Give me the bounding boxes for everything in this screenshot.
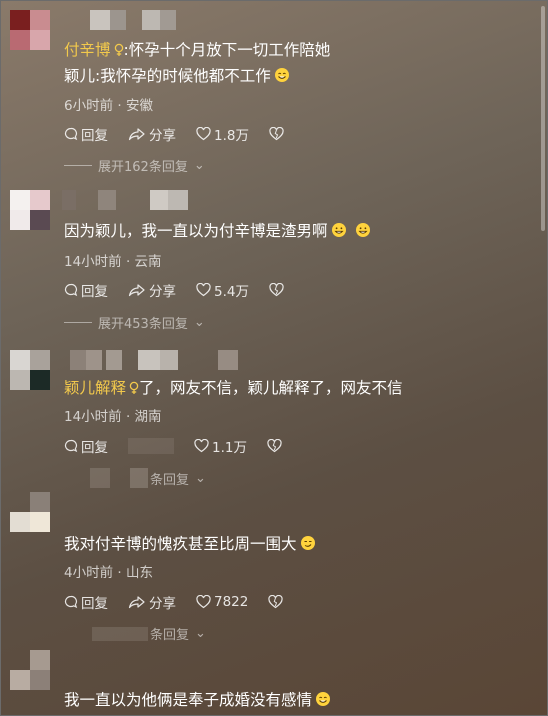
reply-button[interactable]: 回复 xyxy=(64,592,108,612)
broken-heart-icon xyxy=(267,439,282,453)
broken-heart-icon xyxy=(269,127,284,141)
smile-emoji-icon xyxy=(274,68,289,82)
like-button[interactable]: 1.1万 xyxy=(194,436,247,456)
comment-text: 我对付辛博的愧疚甚至比周一围大 xyxy=(64,533,316,555)
comment-meta: 14小时前 · 云南 xyxy=(64,254,162,270)
share-button[interactable]: 分享 xyxy=(128,124,176,144)
female-symbol-icon xyxy=(129,381,139,394)
heart-icon xyxy=(196,595,211,609)
smile-emoji-icon xyxy=(316,692,331,706)
comment-text-line: 了，网友不信，颖儿解释了，网友不信 xyxy=(139,379,403,397)
comment-text-line: 因为颖儿，我一直以为付辛博是渣男啊 xyxy=(64,222,328,240)
like-button[interactable]: 7822 xyxy=(196,594,248,610)
share-arrow-icon xyxy=(128,284,145,297)
like-count: 7822 xyxy=(214,594,249,610)
dislike-button[interactable] xyxy=(269,127,284,141)
chevron-down-icon: ⌄ xyxy=(195,470,206,486)
comment-meta: 4小时前 · 山东 xyxy=(64,565,153,581)
share-label: 分享 xyxy=(149,128,176,144)
comment-actions: 回复 分享 1.8万 xyxy=(64,124,304,144)
share-button[interactable]: 分享 xyxy=(128,280,176,300)
expand-label: 条回复 xyxy=(150,628,190,643)
avatar[interactable] xyxy=(10,492,50,532)
reply-bubble-icon xyxy=(64,127,78,141)
comment-meta: 14小时前 · 湖南 xyxy=(64,409,162,425)
blurred-username xyxy=(70,350,238,370)
username-link[interactable]: 颖儿解释 xyxy=(64,379,126,397)
avatar[interactable] xyxy=(10,190,50,230)
share-arrow-icon xyxy=(128,596,145,609)
share-arrow-icon xyxy=(128,128,145,141)
comment-actions: 回复 分享 5.4万 xyxy=(64,280,304,300)
comment-text: 颖儿:我怀孕的时候他都不工作 xyxy=(64,65,290,87)
comment-text-line: 我一直以为他俩是奉子成婚没有感情 xyxy=(64,691,313,709)
chevron-down-icon: ⌄ xyxy=(193,158,205,173)
scrollbar[interactable] xyxy=(541,6,545,231)
blurred-username xyxy=(90,10,176,30)
like-button[interactable]: 1.8万 xyxy=(196,124,249,144)
blurred-username xyxy=(62,190,188,210)
like-button[interactable]: 5.4万 xyxy=(196,280,249,300)
reply-label: 回复 xyxy=(81,596,108,612)
reply-label: 回复 xyxy=(81,440,108,456)
reply-bubble-icon xyxy=(64,439,78,453)
avatar[interactable] xyxy=(10,10,50,50)
reply-button[interactable]: 回复 xyxy=(64,280,108,300)
broken-heart-icon xyxy=(269,283,284,297)
expand-label: 条回复 xyxy=(150,472,190,488)
comment-text-line1: :怀孕十个月放下一切工作陪她 xyxy=(123,41,331,59)
avatar[interactable] xyxy=(10,350,50,390)
reply-button[interactable]: 回复 xyxy=(64,124,108,144)
expand-replies[interactable]: 展开453条回复 ⌄ xyxy=(64,313,205,332)
expand-label: 展开453条回复 xyxy=(98,317,188,332)
comment-actions: 回复 1.1万 xyxy=(64,436,302,456)
reply-label: 回复 xyxy=(81,284,108,300)
heart-icon xyxy=(196,127,211,141)
blurred-share xyxy=(128,438,174,454)
reply-bubble-icon xyxy=(64,595,78,609)
reply-label: 回复 xyxy=(81,128,108,144)
expand-replies[interactable]: 条回复 ⌄ xyxy=(92,624,206,643)
comment-actions: 回复 分享 7822 xyxy=(64,592,303,612)
dislike-button[interactable] xyxy=(267,439,282,453)
grin-emoji-icon xyxy=(331,223,346,237)
avatar[interactable] xyxy=(10,650,50,690)
smirk-emoji-icon xyxy=(300,536,315,550)
grin-emoji-icon xyxy=(355,223,370,237)
comment-text: 因为颖儿，我一直以为付辛博是渣男啊 xyxy=(64,220,371,242)
female-symbol-icon xyxy=(114,43,123,56)
comment-text: 颖儿解释 了，网友不信，颖儿解释了，网友不信 xyxy=(64,377,403,399)
share-button[interactable] xyxy=(128,438,174,454)
like-count: 1.1万 xyxy=(212,440,247,456)
share-button[interactable]: 分享 xyxy=(128,592,176,612)
dislike-button[interactable] xyxy=(268,595,283,609)
share-label: 分享 xyxy=(149,596,176,612)
comment-text-line: 我对付辛博的愧疚甚至比周一围大 xyxy=(64,535,297,553)
reply-bubble-icon xyxy=(64,283,78,297)
share-label: 分享 xyxy=(149,284,176,300)
like-count: 1.8万 xyxy=(214,128,249,144)
heart-icon xyxy=(196,283,211,297)
chevron-down-icon: ⌄ xyxy=(195,626,206,641)
username-link[interactable]: 付辛博 xyxy=(64,41,111,59)
expand-label: 展开162条回复 xyxy=(98,160,188,175)
comment-text: 我一直以为他俩是奉子成婚没有感情 xyxy=(64,689,331,711)
comment-text: 付辛博 :怀孕十个月放下一切工作陪她 xyxy=(64,39,330,61)
like-count: 5.4万 xyxy=(214,284,249,300)
expand-replies[interactable]: 条回复 ⌄ xyxy=(90,468,206,488)
comment-text-line2: 颖儿:我怀孕的时候他都不工作 xyxy=(64,67,271,85)
dislike-button[interactable] xyxy=(269,283,284,297)
heart-icon xyxy=(194,439,209,453)
expand-replies[interactable]: 展开162条回复 ⌄ xyxy=(64,156,205,175)
comment-meta: 6小时前 · 安徽 xyxy=(64,98,153,114)
chevron-down-icon: ⌄ xyxy=(193,315,205,330)
broken-heart-icon xyxy=(268,595,283,609)
reply-button[interactable]: 回复 xyxy=(64,436,108,456)
